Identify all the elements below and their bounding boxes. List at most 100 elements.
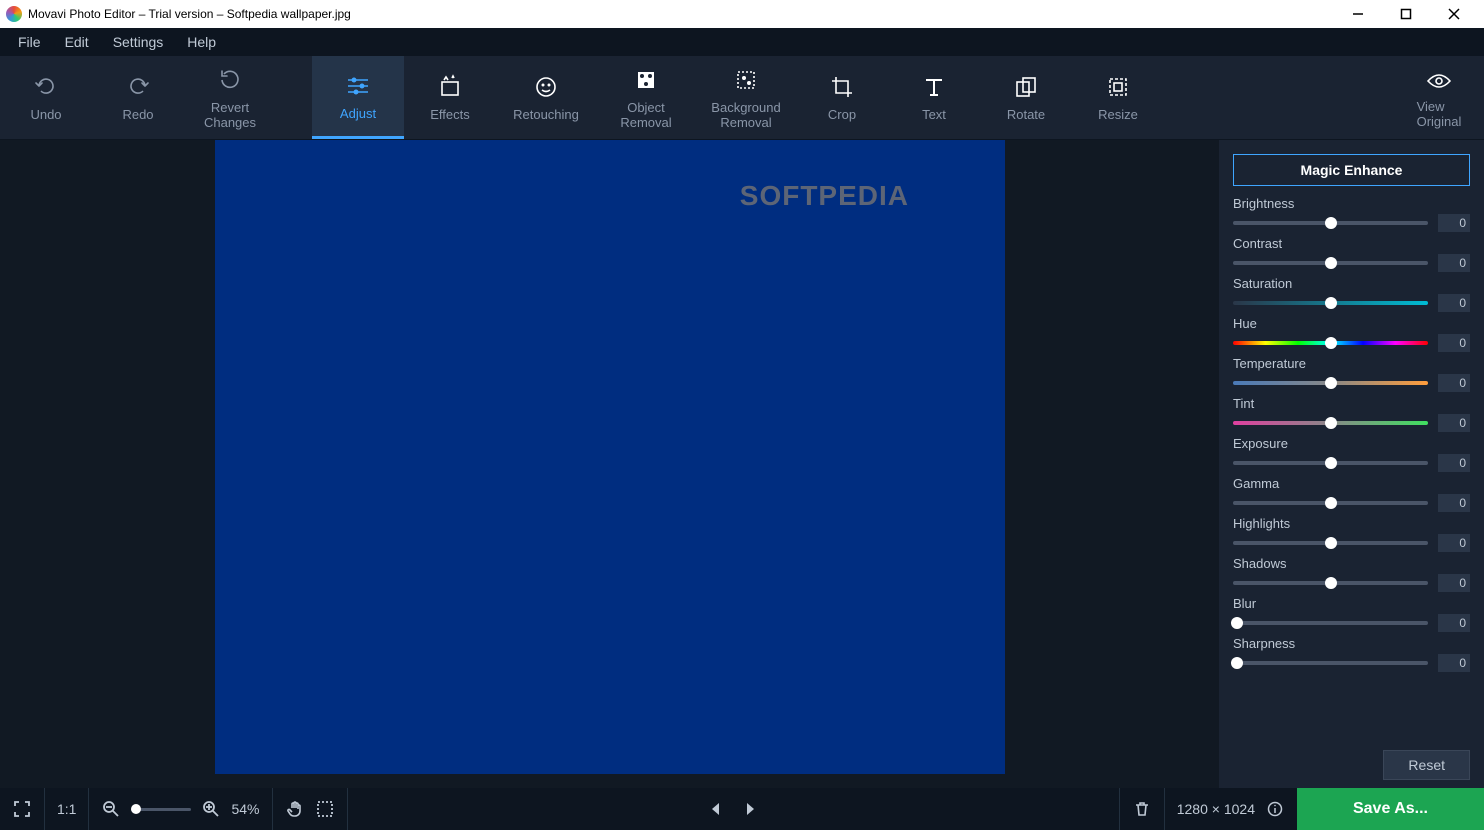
blur-label: Blur bbox=[1233, 596, 1470, 611]
exposure-slider[interactable] bbox=[1233, 461, 1428, 465]
adjust-tool[interactable]: Adjust bbox=[312, 56, 404, 139]
rotate-tool[interactable]: Rotate bbox=[980, 56, 1072, 139]
dimensions-label: 1280 × 1024 bbox=[1177, 801, 1255, 817]
crop-tool[interactable]: Crop bbox=[796, 56, 888, 139]
brightness-value[interactable]: 0 bbox=[1438, 214, 1470, 232]
blur-value[interactable]: 0 bbox=[1438, 614, 1470, 632]
sharpness-value[interactable]: 0 bbox=[1438, 654, 1470, 672]
status-bar: 1:1 54% 1280 × 1024 Save As... bbox=[0, 788, 1484, 830]
close-button[interactable] bbox=[1440, 4, 1468, 24]
background-removal-tool[interactable]: Background Removal bbox=[696, 56, 796, 139]
redo-button[interactable]: Redo bbox=[92, 56, 184, 139]
text-tool[interactable]: Text bbox=[888, 56, 980, 139]
gamma-slider[interactable] bbox=[1233, 501, 1428, 505]
scale-label[interactable]: 1:1 bbox=[57, 801, 76, 817]
resize-tool[interactable]: Resize bbox=[1072, 56, 1164, 139]
hue-slider-group: Hue 0 bbox=[1233, 316, 1470, 352]
shadows-label: Shadows bbox=[1233, 556, 1470, 571]
saturation-label: Saturation bbox=[1233, 276, 1470, 291]
effects-tool[interactable]: Effects bbox=[404, 56, 496, 139]
hue-label: Hue bbox=[1233, 316, 1470, 331]
retouching-tool[interactable]: Retouching bbox=[496, 56, 596, 139]
temperature-slider-group: Temperature 0 bbox=[1233, 356, 1470, 392]
next-image-icon[interactable] bbox=[740, 799, 760, 819]
retouching-icon bbox=[532, 73, 560, 101]
shadows-slider[interactable] bbox=[1233, 581, 1428, 585]
contrast-value[interactable]: 0 bbox=[1438, 254, 1470, 272]
shadows-value[interactable]: 0 bbox=[1438, 574, 1470, 592]
info-icon[interactable] bbox=[1265, 799, 1285, 819]
main-area: SOFTPEDIA Magic Enhance Brightness0Contr… bbox=[0, 140, 1484, 788]
background-removal-icon bbox=[732, 66, 760, 94]
tint-value[interactable]: 0 bbox=[1438, 414, 1470, 432]
menu-file[interactable]: File bbox=[6, 30, 53, 54]
menu-help[interactable]: Help bbox=[175, 30, 228, 54]
exposure-value[interactable]: 0 bbox=[1438, 454, 1470, 472]
hue-value[interactable]: 0 bbox=[1438, 334, 1470, 352]
save-as-button[interactable]: Save As... bbox=[1297, 788, 1484, 830]
view-original-button[interactable]: View Original bbox=[1394, 56, 1484, 139]
rotate-icon bbox=[1012, 73, 1040, 101]
fit-icon[interactable] bbox=[315, 799, 335, 819]
minimize-button[interactable] bbox=[1344, 4, 1372, 24]
window-title: Movavi Photo Editor – Trial version – So… bbox=[28, 7, 1344, 21]
menu-edit[interactable]: Edit bbox=[53, 30, 101, 54]
highlights-slider[interactable] bbox=[1233, 541, 1428, 545]
toolbar: Undo Redo Revert Changes Adjust Effects … bbox=[0, 56, 1484, 140]
window-titlebar: Movavi Photo Editor – Trial version – So… bbox=[0, 0, 1484, 28]
contrast-slider[interactable] bbox=[1233, 261, 1428, 265]
maximize-button[interactable] bbox=[1392, 4, 1420, 24]
highlights-slider-group: Highlights 0 bbox=[1233, 516, 1470, 552]
brightness-slider[interactable] bbox=[1233, 221, 1428, 225]
contrast-slider-group: Contrast 0 bbox=[1233, 236, 1470, 272]
blur-slider-group: Blur 0 bbox=[1233, 596, 1470, 632]
magic-enhance-button[interactable]: Magic Enhance bbox=[1233, 154, 1470, 186]
temperature-slider[interactable] bbox=[1233, 381, 1428, 385]
menu-settings[interactable]: Settings bbox=[101, 30, 176, 54]
fullscreen-icon[interactable] bbox=[12, 799, 32, 819]
eye-icon bbox=[1425, 67, 1453, 95]
zoom-out-icon[interactable] bbox=[101, 799, 121, 819]
saturation-slider-group: Saturation 0 bbox=[1233, 276, 1470, 312]
brightness-label: Brightness bbox=[1233, 196, 1470, 211]
pan-icon[interactable] bbox=[285, 799, 305, 819]
zoom-percent: 54% bbox=[231, 801, 259, 817]
saturation-value[interactable]: 0 bbox=[1438, 294, 1470, 312]
hue-slider[interactable] bbox=[1233, 341, 1428, 345]
tint-slider-group: Tint 0 bbox=[1233, 396, 1470, 432]
zoom-slider[interactable] bbox=[131, 808, 191, 811]
prev-image-icon[interactable] bbox=[706, 799, 726, 819]
temperature-value[interactable]: 0 bbox=[1438, 374, 1470, 392]
gamma-slider-group: Gamma 0 bbox=[1233, 476, 1470, 512]
object-removal-tool[interactable]: Object Removal bbox=[596, 56, 696, 139]
gamma-value[interactable]: 0 bbox=[1438, 494, 1470, 512]
exposure-slider-group: Exposure0 bbox=[1233, 436, 1470, 472]
contrast-label: Contrast bbox=[1233, 236, 1470, 251]
brightness-slider-group: Brightness 0 bbox=[1233, 196, 1470, 232]
shadows-slider-group: Shadows 0 bbox=[1233, 556, 1470, 592]
highlights-value[interactable]: 0 bbox=[1438, 534, 1470, 552]
reset-button[interactable]: Reset bbox=[1383, 750, 1470, 780]
redo-icon bbox=[124, 73, 152, 101]
canvas-area: SOFTPEDIA bbox=[0, 140, 1219, 788]
trash-icon[interactable] bbox=[1132, 799, 1152, 819]
blur-slider[interactable] bbox=[1233, 621, 1428, 625]
adjust-panel: Magic Enhance Brightness0Contrast0Satura… bbox=[1219, 140, 1484, 788]
crop-icon bbox=[828, 73, 856, 101]
adjust-icon bbox=[344, 72, 372, 100]
effects-icon bbox=[436, 73, 464, 101]
undo-button[interactable]: Undo bbox=[0, 56, 92, 139]
revert-button[interactable]: Revert Changes bbox=[184, 56, 276, 139]
tint-label: Tint bbox=[1233, 396, 1470, 411]
saturation-slider[interactable] bbox=[1233, 301, 1428, 305]
zoom-in-icon[interactable] bbox=[201, 799, 221, 819]
highlights-label: Highlights bbox=[1233, 516, 1470, 531]
sharpness-label: Sharpness bbox=[1233, 636, 1470, 651]
image-canvas[interactable] bbox=[215, 140, 1005, 774]
text-icon bbox=[920, 73, 948, 101]
undo-icon bbox=[32, 73, 60, 101]
tint-slider[interactable] bbox=[1233, 421, 1428, 425]
sharpness-slider[interactable] bbox=[1233, 661, 1428, 665]
gamma-label: Gamma bbox=[1233, 476, 1470, 491]
temperature-label: Temperature bbox=[1233, 356, 1470, 371]
